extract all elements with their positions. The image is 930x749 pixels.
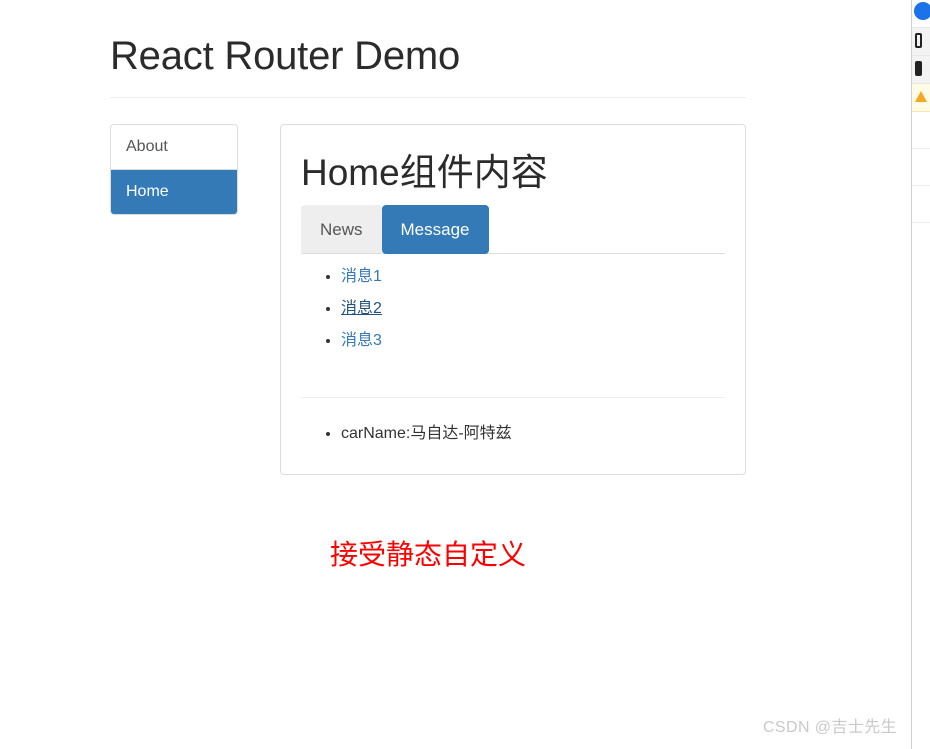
sidebar-column: About Home — [110, 124, 238, 215]
panel-divider — [301, 397, 725, 399]
header-divider — [110, 97, 746, 98]
csdn-watermark: CSDN @吉士先生 — [762, 719, 897, 736]
message-list: 消息1 消息2 消息3 — [301, 265, 725, 353]
error-message-icon — [915, 61, 922, 76]
devtools-spacer-1 — [912, 149, 930, 185]
tab-message[interactable]: Message — [381, 204, 489, 255]
tab-news[interactable]: News — [301, 204, 382, 255]
sidebar-item-about[interactable]: About — [111, 125, 237, 170]
page-header: React Router Demo — [110, 0, 746, 98]
blue-circle-icon — [914, 2, 930, 20]
message-link-2[interactable]: 消息2 — [341, 300, 382, 317]
message-link-1[interactable]: 消息1 — [341, 268, 382, 285]
warning-triangle-icon — [915, 91, 927, 102]
devtools-row-2[interactable] — [912, 56, 930, 84]
content-tabs: News Message — [301, 204, 725, 255]
panel-heading: Home组件内容 — [301, 152, 548, 193]
devtools-console-panel — [911, 0, 930, 749]
page-title: React Router Demo — [110, 34, 461, 78]
content-column: Home组件内容 News Message • 消息1 • 消息2 • 消息3 … — [280, 124, 746, 476]
devtools-row-0[interactable] — [912, 0, 930, 28]
devtools-row-1[interactable] — [912, 28, 930, 56]
tab-news-link[interactable]: News — [301, 204, 382, 255]
list-item: 消息3 — [341, 329, 725, 353]
info-message-icon — [915, 33, 922, 48]
devtools-row-3[interactable] — [912, 84, 930, 112]
sidebar-nav: About Home — [110, 124, 238, 215]
sidebar-item-about-label: About — [126, 138, 168, 155]
devtools-spacer-0 — [912, 112, 930, 148]
message-link-3[interactable]: 消息3 — [341, 332, 382, 349]
sidebar-item-home[interactable]: Home — [111, 170, 237, 214]
tab-message-link[interactable]: Message — [381, 204, 489, 255]
list-item: 消息2 — [341, 297, 725, 321]
detail-list: carName:马自达-阿特兹 — [301, 422, 725, 446]
app-container: React Router Demo About Home Home组件内容 Ne… — [110, 0, 746, 573]
browser-viewport: React Router Demo About Home Home组件内容 Ne… — [0, 0, 911, 749]
main-row: About Home Home组件内容 News Message • 消息1 •… — [110, 124, 746, 476]
static-custom-note: 接受静态自定义 — [329, 539, 526, 571]
list-item: carName:马自达-阿特兹 — [341, 422, 725, 446]
list-item: 消息1 — [341, 265, 725, 289]
tab-news-label: News — [320, 219, 363, 239]
home-panel: Home组件内容 News Message • 消息1 • 消息2 • 消息3 … — [280, 124, 746, 476]
devtools-spacer-2 — [912, 186, 930, 222]
tab-message-label: Message — [400, 219, 470, 239]
sidebar-item-home-label: Home — [126, 183, 169, 200]
devtools-separator-2 — [912, 222, 930, 223]
